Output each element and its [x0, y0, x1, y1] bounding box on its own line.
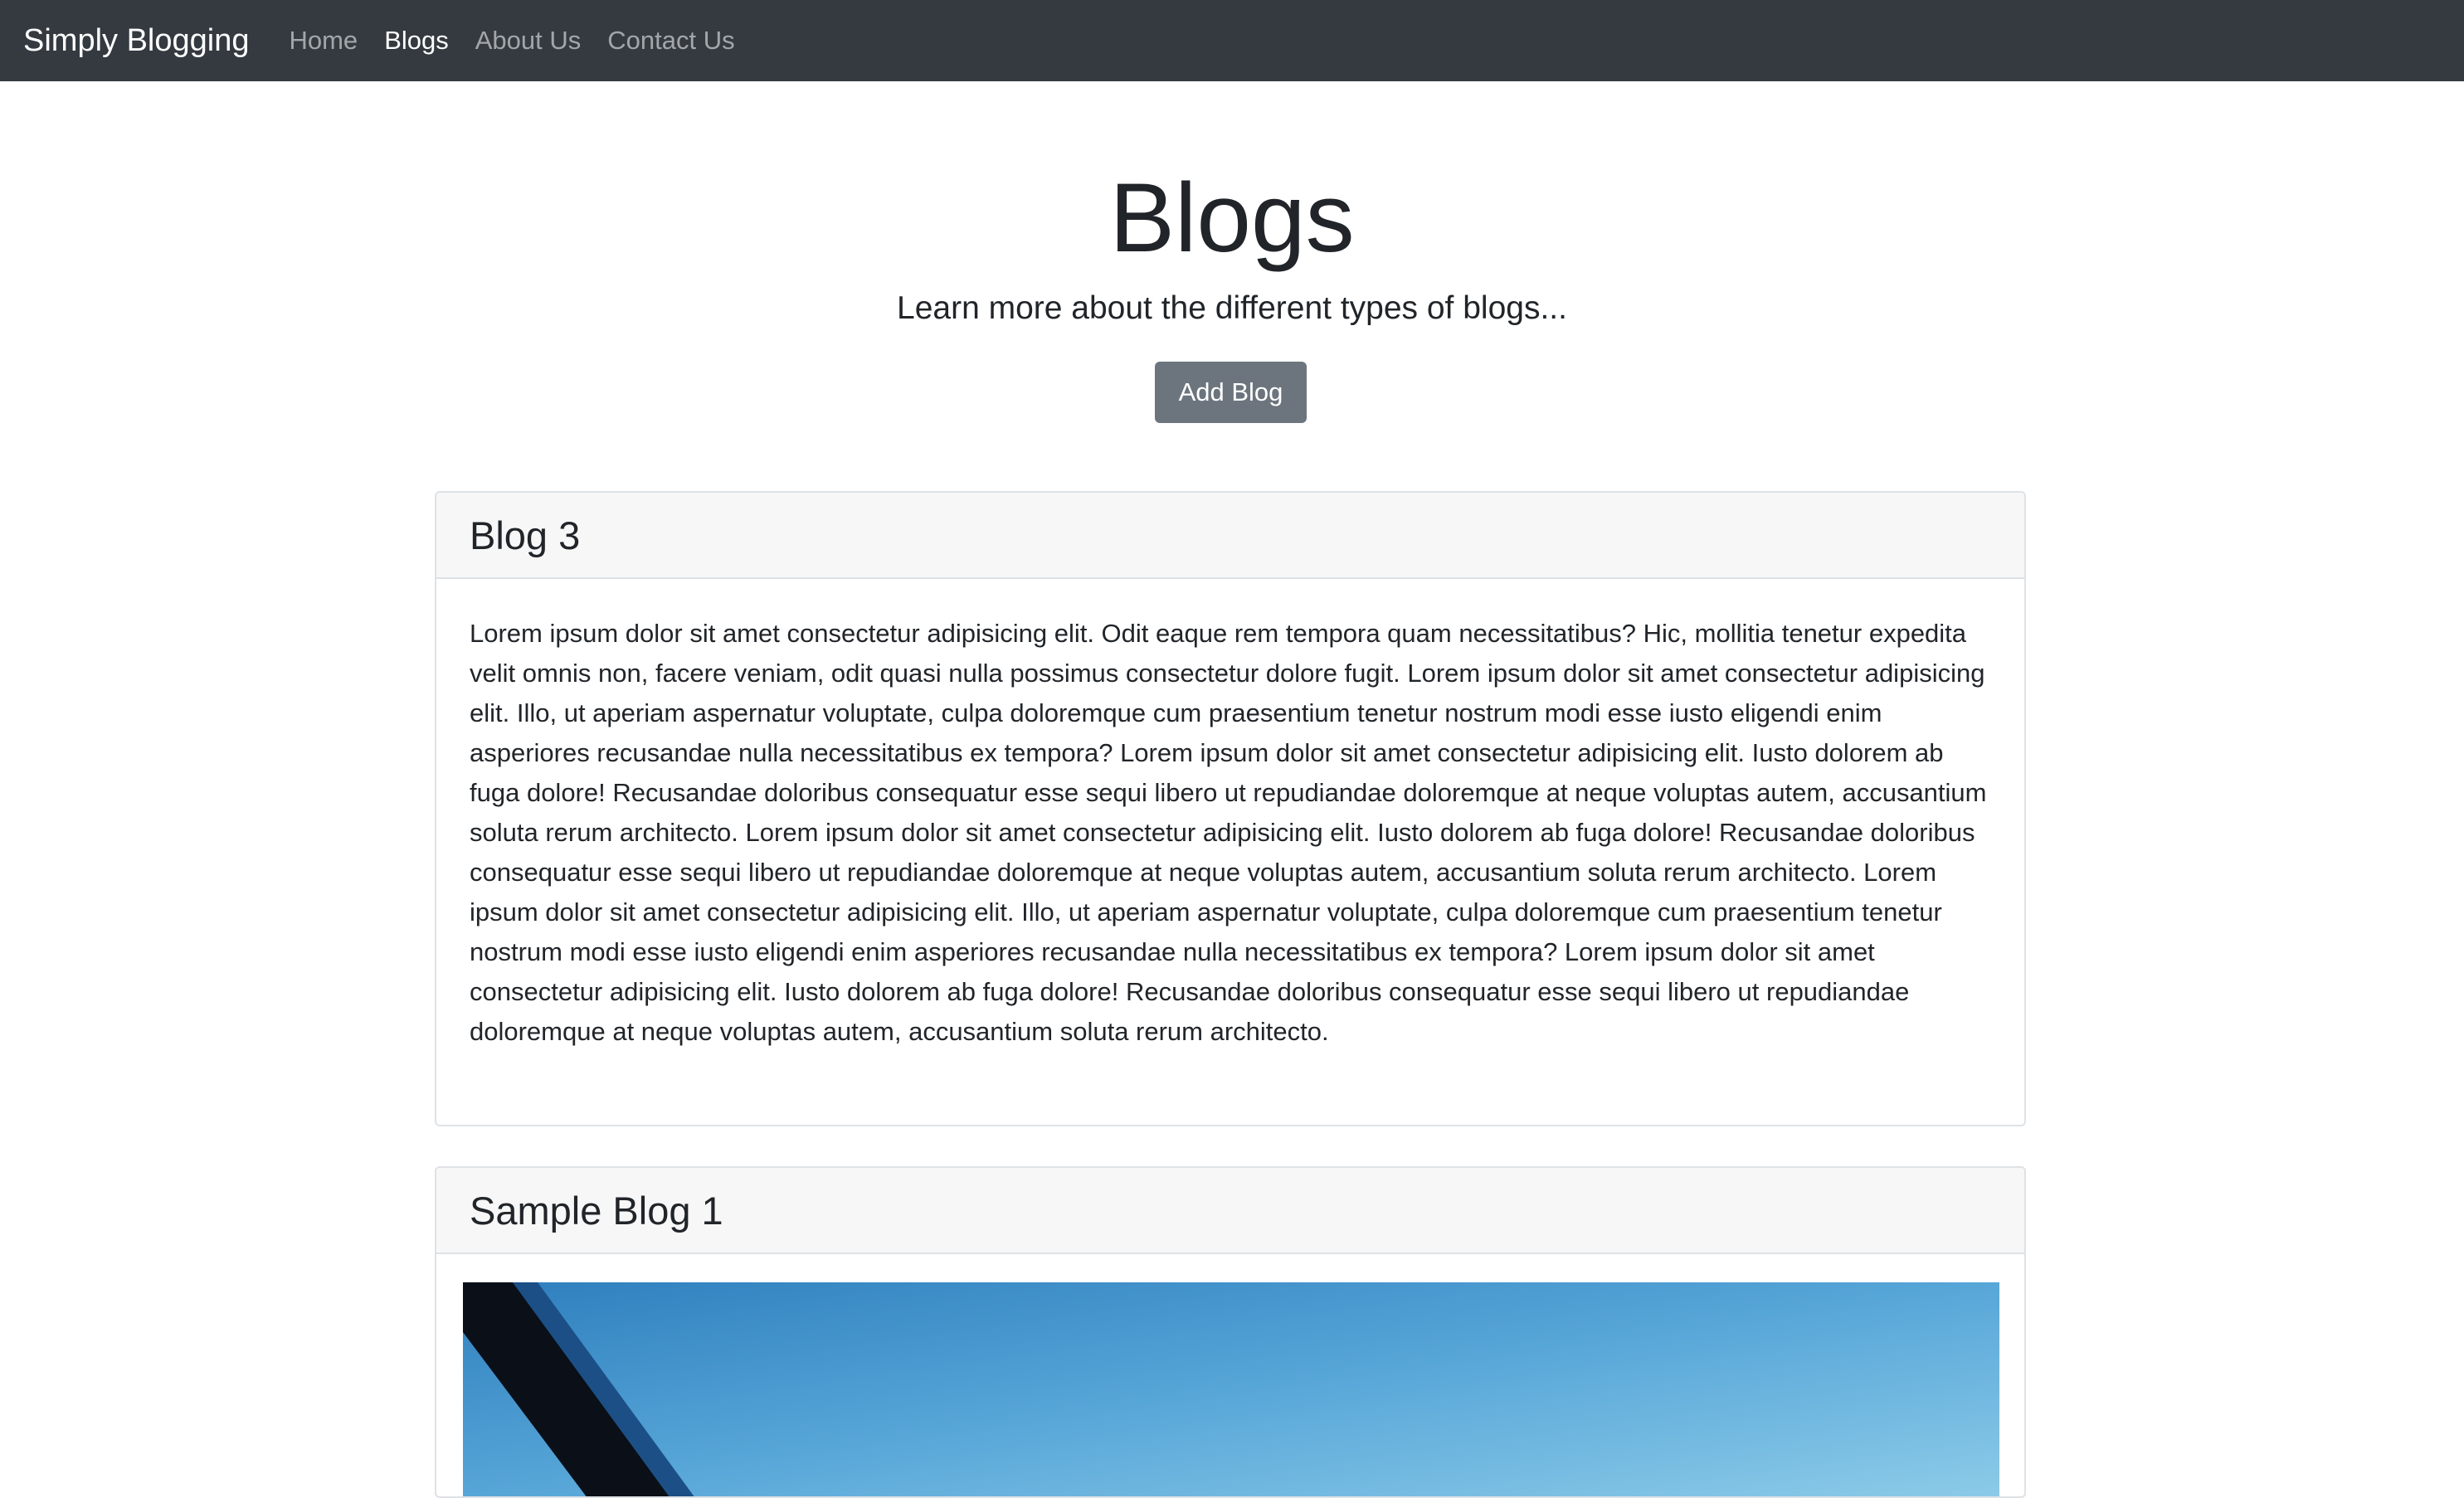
add-blog-button[interactable]: Add Blog: [1155, 362, 1307, 423]
blog-card: Blog 3 Lorem ipsum dolor sit amet consec…: [435, 491, 2026, 1126]
blog-cover-art: [463, 1282, 1999, 1496]
hero-section: Blogs Learn more about the different typ…: [0, 81, 2464, 479]
blog-card-title: Sample Blog 1: [436, 1168, 2024, 1254]
page-title: Blogs: [1109, 163, 1355, 273]
page-subtitle: Learn more about the different types of …: [897, 290, 1567, 326]
brand-logo-link[interactable]: Simply Blogging: [23, 23, 249, 59]
nav-link-contact-us[interactable]: Contact Us: [607, 26, 734, 56]
top-navbar: Simply Blogging Home Blogs About Us Cont…: [0, 0, 2464, 81]
blog-cover-image: [463, 1282, 1999, 1496]
nav-link-blogs[interactable]: Blogs: [384, 26, 449, 56]
blog-card-title: Blog 3: [436, 493, 2024, 579]
blog-card-body: Lorem ipsum dolor sit amet consectetur a…: [470, 619, 1987, 1046]
blog-card: Sample Blog 1: [435, 1166, 2026, 1498]
nav-link-about-us[interactable]: About Us: [475, 26, 582, 56]
nav-link-home[interactable]: Home: [289, 26, 358, 56]
